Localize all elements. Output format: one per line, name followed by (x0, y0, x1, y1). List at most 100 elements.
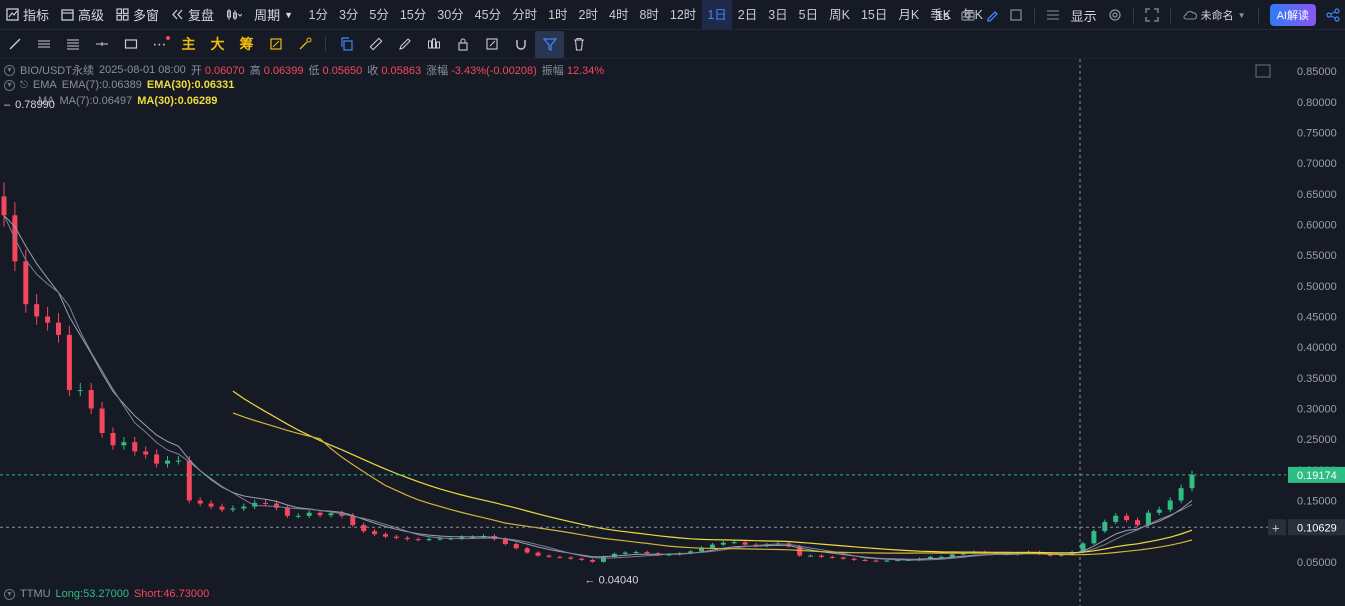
pen-icon[interactable] (390, 31, 419, 58)
period-tab[interactable]: 周K (824, 0, 856, 30)
filter-icon[interactable] (535, 30, 564, 58)
candle-body (1178, 488, 1184, 501)
brush-icon[interactable] (290, 31, 319, 58)
price-tick-label: 0.25000 (1297, 434, 1337, 446)
candle-body (23, 261, 29, 305)
candle-body (393, 536, 399, 538)
period-dropdown[interactable]: 周期 ▼ (248, 0, 299, 30)
period-tab[interactable]: 3分 (333, 0, 363, 30)
list-icon[interactable] (1041, 0, 1065, 30)
period-tab[interactable]: 2日 (732, 0, 762, 30)
period-tab[interactable]: 4时 (604, 0, 634, 30)
candle-body (110, 433, 116, 446)
trash-icon[interactable] (564, 31, 593, 58)
ai-analysis-button[interactable]: AI解读 (1269, 4, 1316, 26)
calendar-icon (61, 9, 74, 21)
candle-body (241, 506, 247, 509)
period-tab[interactable]: 5分 (364, 0, 394, 30)
ttmu-short: Short:46.73000 (133, 588, 210, 600)
period-tab[interactable]: 月K (893, 0, 925, 30)
period-tab[interactable]: 15分 (394, 0, 431, 30)
fullscreen-icon[interactable] (1140, 0, 1164, 30)
candle-body (208, 503, 214, 507)
period-tab[interactable]: 5日 (793, 0, 823, 30)
lock-icon[interactable] (448, 31, 477, 58)
period-tab[interactable]: 12时 (664, 0, 701, 30)
gear-icon[interactable] (1103, 0, 1127, 30)
main-chart-toggle[interactable]: 主 (174, 31, 203, 58)
collapse-icon[interactable]: ▼ (4, 588, 15, 600)
candle-body (546, 555, 552, 557)
candle-body (263, 502, 269, 504)
period-tab[interactable]: 1时 (543, 0, 573, 30)
period-tab[interactable]: 3日 (763, 0, 793, 30)
parallel-channel-icon[interactable] (29, 31, 58, 58)
period-tab[interactable]: 45分 (469, 0, 506, 30)
candle-body (1124, 515, 1130, 521)
price-chart[interactable]: 0.85000 0.80000 0.75000 0.70000 0.65000 0.600… (0, 59, 1345, 606)
period-tab[interactable]: 30分 (432, 0, 469, 30)
candle-body (742, 542, 748, 545)
high-label: 高 (249, 65, 261, 77)
chips-toggle[interactable]: 筹 (232, 31, 261, 58)
period-tab[interactable]: 15日 (855, 0, 892, 30)
ttmu-name: TTMU (20, 588, 51, 600)
trendline-icon[interactable] (0, 31, 29, 58)
change-value: -3.43%(-0.00208) (451, 65, 537, 77)
ma7-line (3, 215, 1193, 561)
period-tab[interactable]: 1分 (303, 0, 333, 30)
resolution-1s[interactable]: 1s (930, 0, 956, 30)
symbol-label: BIO/USDT永续 (20, 65, 94, 77)
layout-dropdown[interactable]: 未命名 ▼ (1177, 0, 1252, 30)
candles-icon[interactable] (419, 31, 448, 58)
price-tick-label: 0.30000 (1297, 403, 1337, 415)
camera-icon[interactable] (956, 0, 980, 30)
period-tab[interactable]: 1日 (701, 0, 733, 30)
more-icon[interactable]: ⋯ (145, 31, 174, 58)
ruler-icon[interactable] (361, 31, 390, 58)
magnet-icon[interactable] (506, 31, 535, 58)
horizontal-line-icon[interactable] (87, 31, 116, 58)
candle-body (295, 515, 301, 517)
period-tab[interactable]: 分时 (507, 0, 543, 30)
candle-body (1189, 474, 1195, 489)
chart-expand-icon (1255, 64, 1271, 78)
candle-body (873, 560, 879, 562)
expand-icon[interactable] (1004, 0, 1028, 30)
pencil-icon[interactable] (980, 0, 1004, 30)
edit-icon[interactable] (261, 31, 290, 58)
close-label: 收 (367, 65, 379, 77)
chevron-down-icon: ▼ (1237, 10, 1246, 20)
candle-body (230, 508, 236, 510)
candle-body (590, 559, 596, 562)
indicators-button[interactable]: 指标 (0, 0, 55, 30)
big-order-toggle[interactable]: 大 (203, 31, 232, 58)
fib-icon[interactable] (58, 31, 87, 58)
period-tab[interactable]: 2时 (573, 0, 603, 30)
collapse-icon[interactable]: ▼ (4, 64, 15, 76)
multi-window-button[interactable]: 多窗 (110, 0, 165, 30)
collapse-icon[interactable]: ▼ (4, 79, 15, 91)
cloud-icon (1183, 11, 1197, 20)
note-icon[interactable] (477, 31, 506, 58)
candle-body (382, 534, 388, 537)
amplitude-value: 12.34% (566, 65, 605, 77)
replay-button[interactable]: 复盘 (165, 0, 220, 30)
max-price-marker: –0.78990 (4, 99, 55, 111)
candle-body (437, 538, 443, 540)
period-tab[interactable]: 8时 (634, 0, 664, 30)
chart-type-button[interactable] (220, 0, 248, 30)
chart-area[interactable]: 0.85000 0.80000 0.75000 0.70000 0.65000 0.600… (0, 59, 1345, 606)
candle-body (132, 442, 138, 452)
candle-body (513, 544, 519, 549)
candle-body (34, 304, 40, 317)
advanced-button[interactable]: 高级 (55, 0, 110, 30)
bell-icon: ⎋ (20, 79, 28, 91)
low-value: 0.05650 (322, 65, 363, 77)
candle-body (415, 539, 421, 541)
rectangle-icon[interactable] (116, 31, 145, 58)
copy-icon[interactable] (332, 31, 361, 58)
share-icon[interactable] (1321, 0, 1345, 30)
display-button[interactable]: 显示 (1065, 0, 1103, 30)
replay-label: 复盘 (188, 8, 215, 23)
